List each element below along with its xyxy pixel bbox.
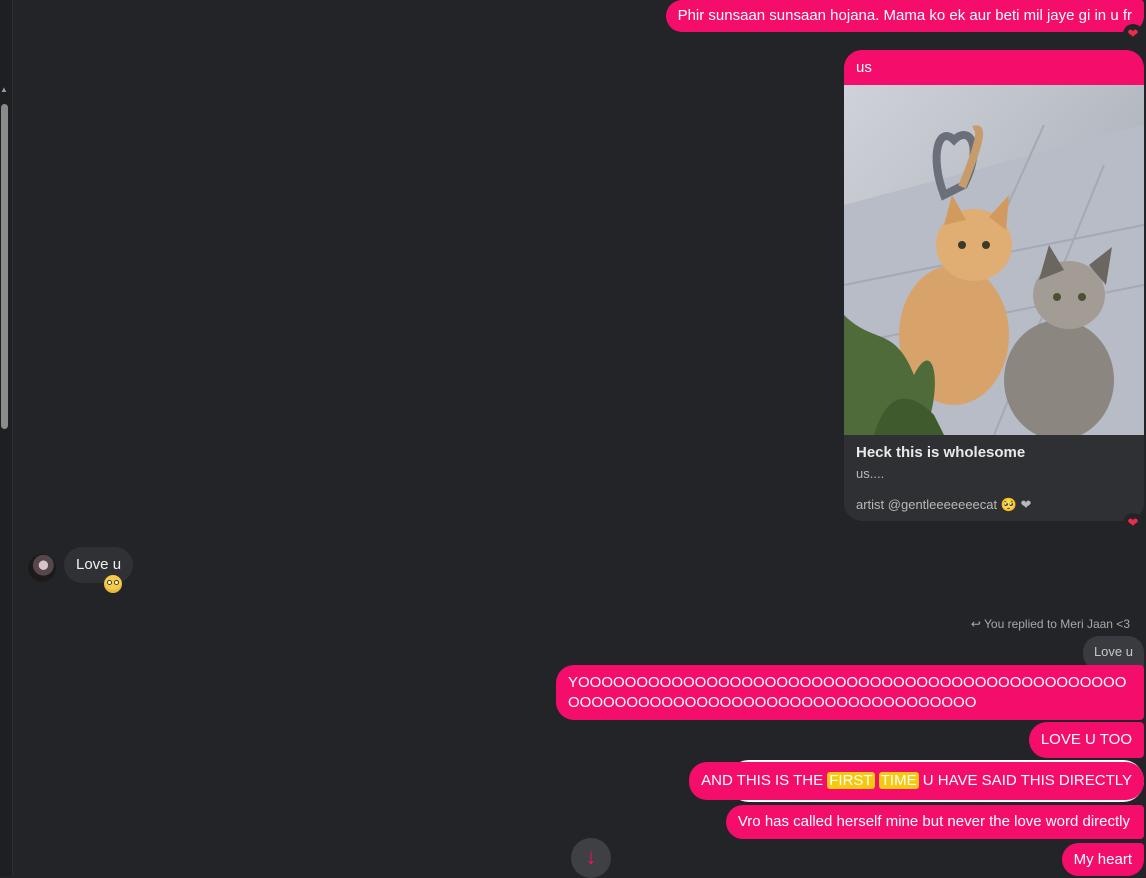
scroll-up-arrow[interactable]: ▲ [0, 86, 8, 94]
message-text: YOOOOOOOOOOOOOOOOOOOOOOOOOOOOOOOOOOOOOOO… [568, 674, 1127, 711]
post-artist-credit: artist @gentleeeeeeecat 🥺 ❤ [856, 497, 1032, 512]
incoming-message[interactable]: Love u [64, 547, 134, 583]
message-text: LOVE U TOO [1040, 731, 1132, 748]
shared-post-card[interactable]: us Heck this is wholesome us.... artist … [844, 50, 1144, 521]
reply-indicator: ↩ You replied to Meri Jaan <3 [971, 616, 1130, 632]
post-title: Heck this is wholesome [856, 444, 1026, 461]
flushed-face-emoji-icon[interactable] [104, 575, 122, 593]
scrollbar-thumb[interactable] [1, 104, 8, 429]
reply-label: You replied to Meri Jaan <3 [984, 617, 1130, 631]
search-highlight: TIME [878, 772, 919, 789]
message-text: Love u [76, 556, 122, 573]
outgoing-message[interactable]: YOOOOOOOOOOOOOOOOOOOOOOOOOOOOOOOOOOOOOOO… [556, 665, 1144, 720]
outgoing-message-selected[interactable]: AND THIS IS THE FIRST TIME U HAVE SAID T… [689, 762, 1144, 800]
message-text: My heart [1073, 851, 1132, 868]
outgoing-message[interactable]: Vro has called herself mine but never th… [725, 805, 1144, 839]
message-text: Phir sunsaan sunsaan hojana. Mama ko ek … [677, 7, 1132, 24]
post-image[interactable] [844, 85, 1144, 435]
message-text: Vro has called herself mine but never th… [737, 813, 1130, 830]
post-caption: us [844, 50, 1144, 85]
reply-arrow-icon: ↩ [970, 617, 984, 631]
scroll-to-bottom-button[interactable]: ↓ [571, 838, 611, 878]
heart-reaction-icon[interactable]: ❤ [1123, 513, 1143, 533]
arrow-down-icon: ↓ [585, 844, 597, 869]
post-subtitle: us.... [856, 466, 885, 481]
outgoing-message[interactable]: My heart [1061, 843, 1144, 876]
avatar[interactable] [28, 554, 56, 582]
message-text: AND THIS IS THE [701, 772, 828, 789]
quoted-text: Love u [1093, 644, 1133, 659]
outgoing-message[interactable]: Phir sunsaan sunsaan hojana. Mama ko ek … [665, 0, 1144, 32]
heart-reaction-icon[interactable]: ❤ [1123, 24, 1143, 44]
search-highlight: FIRST [827, 772, 875, 789]
message-text: U HAVE SAID THIS DIRECTLY [918, 772, 1132, 789]
outgoing-message[interactable]: LOVE U TOO [1028, 722, 1144, 758]
